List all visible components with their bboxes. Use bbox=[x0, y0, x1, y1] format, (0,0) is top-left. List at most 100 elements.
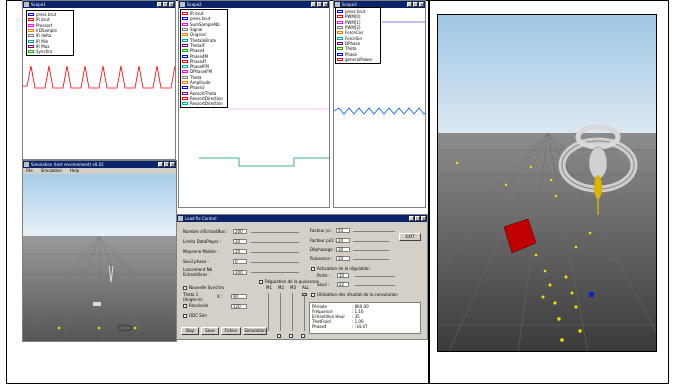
field-label: Facteur pi/2 : bbox=[310, 238, 337, 243]
theta-label: Theta 1 (Angle-m) bbox=[183, 292, 203, 302]
slider-puissance[interactable] bbox=[353, 259, 389, 260]
nouvelle-synchro-checkbox[interactable] bbox=[183, 285, 187, 290]
maximize-button[interactable]: □ bbox=[164, 162, 169, 167]
reg-puissance-checkbox[interactable] bbox=[259, 279, 263, 284]
window-icon bbox=[24, 2, 29, 7]
slider-facteur-pi[interactable] bbox=[353, 231, 395, 232]
menu-help[interactable]: Help bbox=[70, 168, 79, 173]
activation-checkbox[interactable] bbox=[311, 266, 315, 271]
minimize-button[interactable]: _ bbox=[409, 216, 414, 221]
minimize-button[interactable]: _ bbox=[311, 2, 316, 7]
nouvelle-synchro[interactable]: Nouvelle Synchro bbox=[183, 285, 224, 290]
field-lancement: Lancement Nb Echantillons : 200 bbox=[183, 267, 247, 277]
field-label: Seuil phase : bbox=[183, 259, 209, 264]
slider-dephasage[interactable] bbox=[353, 250, 389, 251]
control-titlebar: Load fix Control _ □ × bbox=[177, 215, 427, 222]
field-input[interactable]: 120 bbox=[231, 304, 247, 309]
slider-perte[interactable] bbox=[355, 276, 395, 277]
recalcule[interactable]: Recalcule bbox=[183, 303, 208, 308]
slider-seuil[interactable] bbox=[251, 262, 299, 263]
vslider-all[interactable] bbox=[304, 293, 305, 331]
activation[interactable]: Activation de la régulation bbox=[311, 266, 370, 271]
all-checkbox[interactable] bbox=[301, 334, 305, 338]
close-button[interactable]: × bbox=[169, 2, 174, 7]
simulation-title: Simulation (test environment) v0.02 bbox=[31, 162, 104, 167]
menu-file[interactable]: File bbox=[26, 168, 33, 173]
simulation-button[interactable]: Simulation bbox=[243, 327, 267, 335]
scope2-window: Scope2 _ □ × IR brut press brut SumSampleNb S… bbox=[178, 0, 330, 208]
render-scene bbox=[438, 15, 656, 351]
label-all: ALL bbox=[302, 285, 310, 290]
slider-lancement[interactable] bbox=[251, 272, 299, 273]
field-nb-echant: Nombre d'EchantBox : 200 bbox=[183, 229, 247, 234]
scope3-trace-wave bbox=[334, 107, 425, 115]
scope1-titlebar: Scope1 _ □ × bbox=[23, 1, 175, 8]
close-button[interactable]: × bbox=[419, 2, 424, 7]
recalcule-checkbox[interactable] bbox=[183, 303, 187, 308]
odc-sim[interactable]: ODC Sim bbox=[183, 313, 207, 318]
field-input[interactable]: 50 bbox=[336, 228, 350, 233]
vslider-m1[interactable] bbox=[268, 293, 269, 331]
minimize-button[interactable]: _ bbox=[407, 2, 412, 7]
close-button[interactable]: × bbox=[323, 2, 328, 7]
slider-moyenne[interactable] bbox=[251, 252, 299, 253]
stop-button[interactable]: Stop bbox=[181, 327, 199, 335]
label-m1: M1 bbox=[266, 285, 272, 290]
scope3-window: Scope3 _ □ × press brut PWM[0] PWM[1] PWM[2] F… bbox=[333, 0, 426, 208]
field-input[interactable]: 20 bbox=[233, 239, 247, 244]
slider-facteur-pi2[interactable] bbox=[353, 241, 389, 242]
target-marker bbox=[93, 302, 101, 306]
m2-checkbox[interactable] bbox=[277, 334, 281, 338]
field-input[interactable]: 20 bbox=[233, 249, 247, 254]
save-button[interactable]: Save bbox=[201, 327, 219, 335]
field-label: Lancement Nb Echantillons : bbox=[183, 267, 213, 277]
field-input[interactable]: 30 bbox=[336, 247, 350, 252]
field-label: Puissance : bbox=[310, 256, 333, 261]
field-label: Limite DataPlayer : bbox=[183, 239, 222, 244]
field-input[interactable]: 90 bbox=[231, 294, 247, 299]
vslider-all-thumb[interactable] bbox=[302, 293, 307, 296]
field-seuil: Seuil : 22 bbox=[317, 282, 349, 287]
field-input[interactable]: 10 bbox=[337, 273, 349, 278]
fichier-button[interactable]: Fichier bbox=[221, 327, 241, 335]
field-input[interactable]: 200 bbox=[233, 269, 247, 275]
maximize-button[interactable]: □ bbox=[163, 2, 168, 7]
field-input[interactable]: 22 bbox=[337, 282, 349, 287]
close-button[interactable]: × bbox=[421, 216, 426, 221]
close-button[interactable]: × bbox=[170, 162, 175, 167]
simulation-viewport[interactable] bbox=[23, 174, 176, 341]
field-input[interactable]: 200 bbox=[233, 229, 247, 234]
field-input[interactable]: 0 bbox=[233, 259, 247, 264]
odc-sim-checkbox[interactable] bbox=[183, 313, 187, 318]
field-input[interactable]: 10 bbox=[336, 256, 350, 261]
reg-puissance[interactable]: Régulation de la puissance bbox=[259, 279, 319, 284]
window-icon bbox=[180, 2, 185, 7]
slider-nb-echant[interactable] bbox=[251, 232, 299, 233]
scope2-titlebar: Scope2 _ □ × bbox=[179, 1, 329, 8]
vslider-m3[interactable] bbox=[292, 293, 293, 331]
field-perte: Perte : 10 bbox=[317, 273, 349, 278]
maximize-button[interactable]: □ bbox=[413, 2, 418, 7]
utilisation-checkbox[interactable] bbox=[311, 292, 315, 297]
menu-simulation[interactable]: Simulation bbox=[41, 168, 62, 173]
results-box: Période: 860.00 Fréquence: 1.16 Echantil… bbox=[309, 302, 421, 334]
render-view[interactable] bbox=[437, 14, 657, 352]
slider-limite[interactable] bbox=[251, 242, 299, 243]
scope1-window: Scope1 _ □ × press brut IR brut Pressort IrDS… bbox=[22, 0, 176, 160]
m3-checkbox[interactable] bbox=[289, 334, 293, 338]
result-key: Phase4 bbox=[312, 324, 327, 329]
slider-seuil2[interactable] bbox=[355, 285, 395, 286]
scope2-trace-green bbox=[199, 157, 329, 167]
utilisation[interactable]: Utilisation des résultat de la convoluti… bbox=[311, 292, 398, 297]
minimize-button[interactable]: _ bbox=[158, 162, 163, 167]
field-x: X : 90 bbox=[217, 294, 247, 299]
field-input[interactable]: 20 bbox=[336, 238, 350, 243]
nouvelle-synchro-label: Nouvelle Synchro bbox=[189, 285, 224, 290]
scope2-title: Scope2 bbox=[187, 2, 202, 7]
exit-button[interactable]: EXIT bbox=[399, 233, 421, 241]
scope1-trace bbox=[23, 65, 175, 89]
minimize-button[interactable]: _ bbox=[157, 2, 162, 7]
maximize-button[interactable]: □ bbox=[415, 216, 420, 221]
maximize-button[interactable]: □ bbox=[317, 2, 322, 7]
vslider-m2[interactable] bbox=[280, 293, 281, 331]
